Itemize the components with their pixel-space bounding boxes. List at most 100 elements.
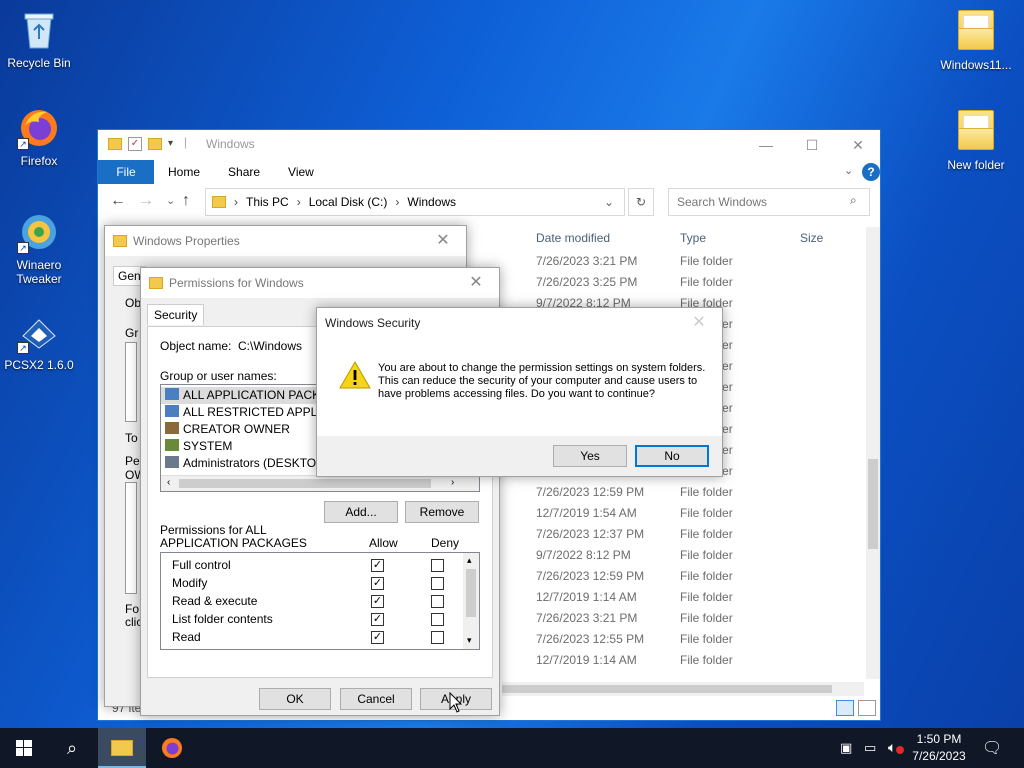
meet-now-icon[interactable]: ▣ — [840, 740, 852, 756]
remove-button[interactable]: Remove — [405, 501, 479, 523]
customize-quick-access-icon[interactable]: ▾ — [168, 138, 173, 149]
object-label-fragment: Ob — [125, 296, 142, 310]
search-input[interactable]: Search Windows — [668, 188, 870, 216]
no-button[interactable]: No — [635, 445, 709, 467]
up-arrow-icon[interactable]: ↑ — [182, 192, 190, 210]
allow-checkbox[interactable]: ✓ — [371, 631, 384, 644]
allow-checkbox[interactable]: ✓ — [371, 559, 384, 572]
taskbar-file-explorer[interactable] — [98, 728, 146, 768]
deny-checkbox[interactable] — [431, 631, 444, 644]
breadcrumb-local-disk[interactable]: Local Disk (C:) — [309, 195, 388, 209]
close-button[interactable]: ✕ — [835, 130, 881, 160]
clock-date[interactable]: 7/26/2023 — [908, 749, 970, 763]
large-icons-view-icon[interactable] — [858, 700, 876, 716]
clock-time[interactable]: 1:50 PM — [912, 732, 966, 746]
scroll-right-icon[interactable]: › — [451, 477, 454, 488]
minimize-button[interactable]: — — [743, 130, 789, 160]
deny-checkbox[interactable] — [431, 595, 444, 608]
permissions-vertical-scrollbar[interactable]: ▴ ▾ — [463, 553, 479, 649]
allow-checkbox[interactable]: ✓ — [371, 613, 384, 626]
navigation-bar: ← → ⌄ ↑ › This PC › Local Disk (C:) › Wi… — [98, 188, 880, 220]
scrollbar-thumb[interactable] — [466, 569, 476, 617]
yes-button[interactable]: Yes — [553, 445, 627, 467]
allow-checkbox[interactable]: ✓ — [371, 577, 384, 590]
permissions-list-fragment — [125, 482, 137, 594]
breadcrumb-windows[interactable]: Windows — [407, 195, 456, 209]
tab-file[interactable]: File — [98, 160, 154, 184]
deny-header: Deny — [431, 536, 460, 550]
warning-icon — [339, 360, 371, 393]
column-size[interactable]: Size — [800, 231, 823, 245]
row-type: File folder — [680, 527, 733, 541]
taskbar-firefox[interactable] — [148, 728, 196, 768]
deny-checkbox[interactable] — [431, 559, 444, 572]
tab-view[interactable]: View — [274, 160, 328, 184]
permissions-titlebar: Permissions for Windows ✕ — [141, 268, 499, 298]
desktop-icon-new-folder[interactable]: New folder — [936, 108, 1016, 172]
desktop-icon-label: Windows11... — [940, 58, 1012, 72]
object-name-label: Object name: — [160, 339, 232, 353]
tab-home[interactable]: Home — [154, 160, 214, 184]
package-group-icon — [165, 405, 179, 417]
vertical-scrollbar[interactable] — [866, 227, 880, 679]
column-date-modified[interactable]: Date modified — [536, 231, 610, 245]
desktop-icon-firefox[interactable]: ↗ Firefox — [1, 106, 77, 168]
scroll-up-icon[interactable]: ▴ — [467, 555, 472, 566]
tab-security[interactable]: Security — [147, 304, 205, 325]
users-horizontal-scrollbar[interactable]: ‹ › — [161, 475, 479, 491]
desktop-icon-winaero-tweaker[interactable]: ↗ Winaero Tweaker — [1, 210, 77, 286]
column-type[interactable]: Type — [680, 231, 706, 245]
new-folder-quick-icon[interactable] — [148, 138, 162, 150]
permissions-listbox[interactable]: Full control ✓ Modify ✓ Read & execute ✓ List … — [160, 552, 480, 650]
user-name: SYSTEM — [183, 439, 233, 453]
dialog-title: Permissions for Windows — [169, 276, 304, 290]
deny-checkbox[interactable] — [431, 577, 444, 590]
start-button[interactable] — [0, 728, 48, 768]
ok-button[interactable]: OK — [259, 688, 331, 710]
scrollbar-thumb[interactable] — [179, 479, 431, 488]
refresh-icon[interactable]: ↻ — [628, 188, 654, 216]
scrollbar-thumb[interactable] — [868, 459, 878, 549]
horizontal-scrollbar[interactable] — [502, 682, 864, 696]
properties-quick-icon[interactable]: ✓ — [128, 137, 142, 151]
volume-muted-icon[interactable]: 🔈︎ — [888, 739, 896, 756]
help-icon[interactable]: ? — [862, 163, 880, 181]
ribbon-tabs: File Home Share View ⌄ ? — [98, 160, 880, 184]
network-icon[interactable]: ▭ — [864, 740, 876, 756]
desktop-icon-recycle-bin[interactable]: Recycle Bin — [1, 8, 77, 70]
scroll-left-icon[interactable]: ‹ — [167, 477, 170, 488]
scroll-down-icon[interactable]: ▾ — [467, 635, 472, 646]
notifications-icon[interactable]: 🗨︎ — [982, 738, 1002, 758]
desktop-icon-windows11-folder[interactable]: Windows11... — [936, 8, 1016, 72]
row-date-modified: 7/26/2023 12:59 PM — [536, 569, 645, 583]
close-icon[interactable]: ✕ — [428, 226, 458, 256]
scrollbar-thumb[interactable] — [502, 685, 832, 693]
shortcut-arrow-icon: ↗ — [17, 138, 29, 150]
search-icon[interactable]: ⌕ — [48, 728, 96, 768]
forward-arrow-icon[interactable]: → — [138, 192, 154, 210]
user-group-icon — [165, 422, 179, 434]
add-button[interactable]: Add... — [324, 501, 398, 523]
tab-share[interactable]: Share — [214, 160, 274, 184]
row-type: File folder — [680, 632, 733, 646]
address-dropdown-icon[interactable]: ⌄ — [604, 195, 614, 209]
details-view-icon[interactable] — [836, 700, 854, 716]
close-icon[interactable]: ✕ — [684, 308, 714, 338]
cancel-button[interactable]: Cancel — [340, 688, 412, 710]
row-date-modified: 9/7/2022 8:12 PM — [536, 548, 631, 562]
search-icon: ⌕ — [850, 193, 857, 207]
expand-ribbon-icon[interactable]: ⌄ — [844, 164, 853, 177]
recent-locations-icon[interactable]: ⌄ — [166, 194, 175, 207]
desktop-icon-pcsx2[interactable]: ↗ PCSX2 1.6.0 — [1, 310, 77, 372]
allow-checkbox[interactable]: ✓ — [371, 595, 384, 608]
row-date-modified: 12/7/2019 1:14 AM — [536, 653, 637, 667]
close-icon[interactable]: ✕ — [461, 268, 491, 298]
address-bar[interactable]: › This PC › Local Disk (C:) › Windows ⌄ — [205, 188, 625, 216]
dialog-title: Windows Properties — [133, 234, 240, 248]
breadcrumb-this-pc[interactable]: This PC — [246, 195, 289, 209]
deny-checkbox[interactable] — [431, 613, 444, 626]
back-arrow-icon[interactable]: ← — [110, 192, 126, 210]
maximize-button[interactable]: ☐ — [789, 130, 835, 160]
row-type: File folder — [680, 275, 733, 289]
row-date-modified: 7/26/2023 12:37 PM — [536, 527, 645, 541]
